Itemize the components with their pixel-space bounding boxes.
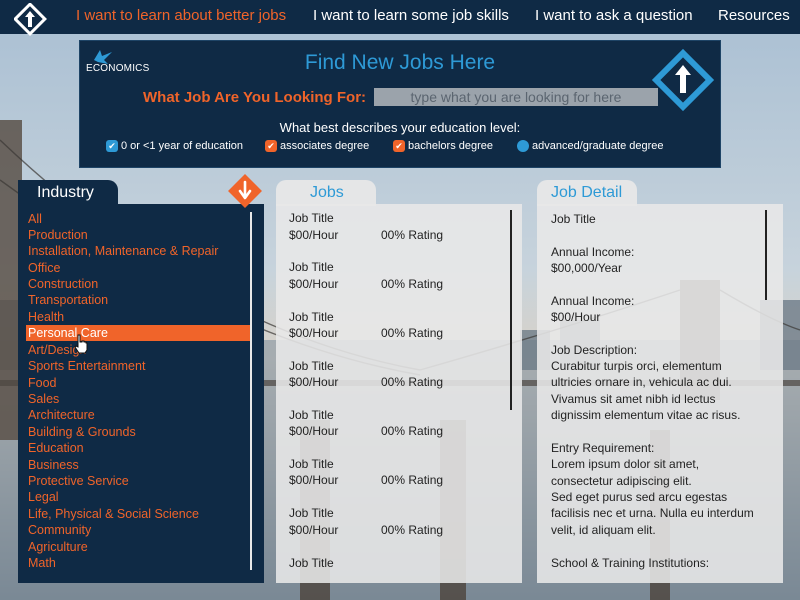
checkbox-checked-icon[interactable]: ✔ — [393, 140, 405, 152]
job-rating: 00% Rating — [381, 375, 444, 389]
job-description-line: Curabitur turpis orci, elementum — [551, 359, 722, 373]
industry-tab: Industry — [18, 180, 118, 206]
ascend-logo-icon[interactable] — [14, 3, 50, 39]
search-input[interactable] — [374, 88, 658, 106]
education-option-label: bachelors degree — [408, 140, 494, 152]
top-navigation: I want to learn about better jobs I want… — [0, 0, 800, 36]
education-option-none[interactable]: ✔ 0 or <1 year of education — [106, 140, 243, 152]
industry-item[interactable]: Health — [28, 310, 64, 324]
industry-item[interactable]: Building & Grounds — [28, 425, 136, 439]
entry-requirement-line: consectetur adipiscing elit. — [551, 474, 692, 488]
industry-item[interactable]: Architecture — [28, 408, 95, 422]
industry-item[interactable]: Construction — [28, 277, 98, 291]
page-title: Find New Jobs Here — [304, 51, 496, 74]
job-description-line: Vivamus sit amet nibh id lectus — [551, 392, 716, 406]
job-description-line: ultricies ornare in, vehicula ac dui. — [551, 375, 732, 389]
entry-requirement-label: Entry Requirement: — [551, 441, 655, 455]
job-description-label: Job Description: — [551, 343, 638, 357]
checkbox-checked-icon[interactable]: ✔ — [265, 140, 277, 152]
education-option-label: 0 or <1 year of education — [121, 140, 243, 152]
down-arrow-icon[interactable] — [226, 172, 264, 210]
industry-item[interactable]: Sports Entertainment — [28, 359, 145, 373]
nav-resources[interactable]: Resources — [718, 7, 790, 24]
industry-scrollbar[interactable] — [250, 212, 252, 570]
education-question: What best describes your education level… — [279, 120, 521, 135]
ascend-nyc-badge-icon — [651, 48, 715, 112]
industry-item[interactable]: Legal — [28, 490, 59, 504]
job-rating: 00% Rating — [381, 277, 444, 291]
education-option-bachelors[interactable]: ✔ bachelors degree — [393, 140, 493, 152]
nav-job-skills[interactable]: I want to learn some job skills — [313, 7, 509, 24]
industry-item[interactable]: Math — [28, 556, 56, 570]
search-label: What Job Are You Looking For: — [143, 89, 367, 106]
education-option-graduate[interactable]: advanced/graduate degree — [517, 140, 664, 152]
entry-requirement-line: facilisis nec et urna. Nulla eu interdum — [551, 506, 754, 520]
jobs-title: Jobs — [310, 184, 344, 201]
nav-better-jobs[interactable]: I want to learn about better jobs — [76, 7, 286, 24]
hourly-income-value: $00/Hour — [551, 310, 601, 324]
annual-income-value: $00,000/Year — [551, 261, 622, 275]
jobs-scrollbar[interactable] — [510, 210, 512, 410]
annual-income-label: Annual Income: — [551, 245, 635, 259]
industry-item[interactable]: Protective Service — [28, 474, 129, 488]
job-description-line: dignissim elementum vitae ac risus. — [551, 408, 741, 422]
education-option-label: advanced/graduate degree — [532, 140, 664, 152]
job-title: Job Title — [289, 506, 334, 520]
hand-cursor-icon — [74, 334, 88, 354]
industry-item[interactable]: Agriculture — [28, 540, 88, 554]
entry-requirement-line: Lorem ipsum dolor sit amet, — [551, 457, 700, 471]
education-options: ✔ 0 or <1 year of education ✔ associates… — [106, 140, 706, 156]
jobs-tab: Jobs — [276, 180, 376, 206]
job-detail-tab: Job Detail — [537, 180, 637, 206]
job-title: Job Title — [289, 457, 334, 471]
job-detail-panel: Job Title Annual Income: $00,000/Year An… — [537, 204, 783, 583]
job-pay: $00/Hour — [289, 326, 339, 340]
job-pay: $00/Hour — [289, 523, 339, 537]
job-title: Job Title — [289, 260, 334, 274]
job-title: Job Title — [289, 359, 334, 373]
job-search-panel: ECONOMICS Find New Jobs Here What Job Ar… — [79, 40, 721, 168]
entry-requirement-line: velit, id aliquam elit. — [551, 523, 656, 537]
industry-item-selected[interactable]: Personal Care — [26, 325, 252, 341]
industry-item[interactable]: Life, Physical & Social Science — [28, 507, 199, 521]
industry-item[interactable]: Installation, Maintenance & Repair — [28, 244, 218, 258]
job-pay: $00/Hour — [289, 277, 339, 291]
industry-item[interactable]: Sales — [28, 392, 59, 406]
industry-item[interactable]: Education — [28, 441, 84, 455]
job-title: Job Title — [289, 556, 334, 570]
detail-scrollbar[interactable] — [765, 210, 767, 300]
industry-item[interactable]: Transportation — [28, 293, 108, 307]
schools-label: School & Training Institutions: — [551, 556, 710, 570]
detail-job-title: Job Title — [551, 212, 596, 226]
industry-item[interactable]: All — [28, 212, 42, 226]
industry-list: All Production Installation, Maintenance… — [18, 204, 264, 583]
jobs-list: Job Title $00/Hour 00% Rating Job Title … — [276, 204, 522, 583]
job-rating: 00% Rating — [381, 473, 444, 487]
checkbox-unchecked-icon[interactable] — [517, 140, 529, 152]
job-rating: 00% Rating — [381, 326, 444, 340]
industry-item[interactable]: Community — [28, 523, 91, 537]
checkbox-checked-icon[interactable]: ✔ — [106, 140, 118, 152]
job-rating: 00% Rating — [381, 523, 444, 537]
industry-item[interactable]: Business — [28, 458, 79, 472]
job-pay: $00/Hour — [289, 375, 339, 389]
job-title: Job Title — [289, 211, 334, 225]
job-title: Job Title — [289, 408, 334, 422]
nav-ask-question[interactable]: I want to ask a question — [535, 7, 693, 24]
job-detail-title: Job Detail — [551, 184, 623, 201]
industry-item[interactable]: Office — [28, 261, 60, 275]
industry-title: Industry — [37, 184, 94, 201]
job-pay: $00/Hour — [289, 473, 339, 487]
education-option-associates[interactable]: ✔ associates degree — [265, 140, 369, 152]
entry-requirement-line: Sed eget purus sed arcu egestas — [551, 490, 728, 504]
hourly-income-label: Annual Income: — [551, 294, 635, 308]
job-pay: $00/Hour — [289, 424, 339, 438]
job-title: Job Title — [289, 310, 334, 324]
job-pay: $00/Hour — [289, 228, 339, 242]
industry-item[interactable]: Food — [28, 376, 57, 390]
industry-item[interactable]: Production — [28, 228, 88, 242]
job-rating: 00% Rating — [381, 228, 444, 242]
education-option-label: associates degree — [280, 140, 370, 152]
job-rating: 00% Rating — [381, 424, 444, 438]
